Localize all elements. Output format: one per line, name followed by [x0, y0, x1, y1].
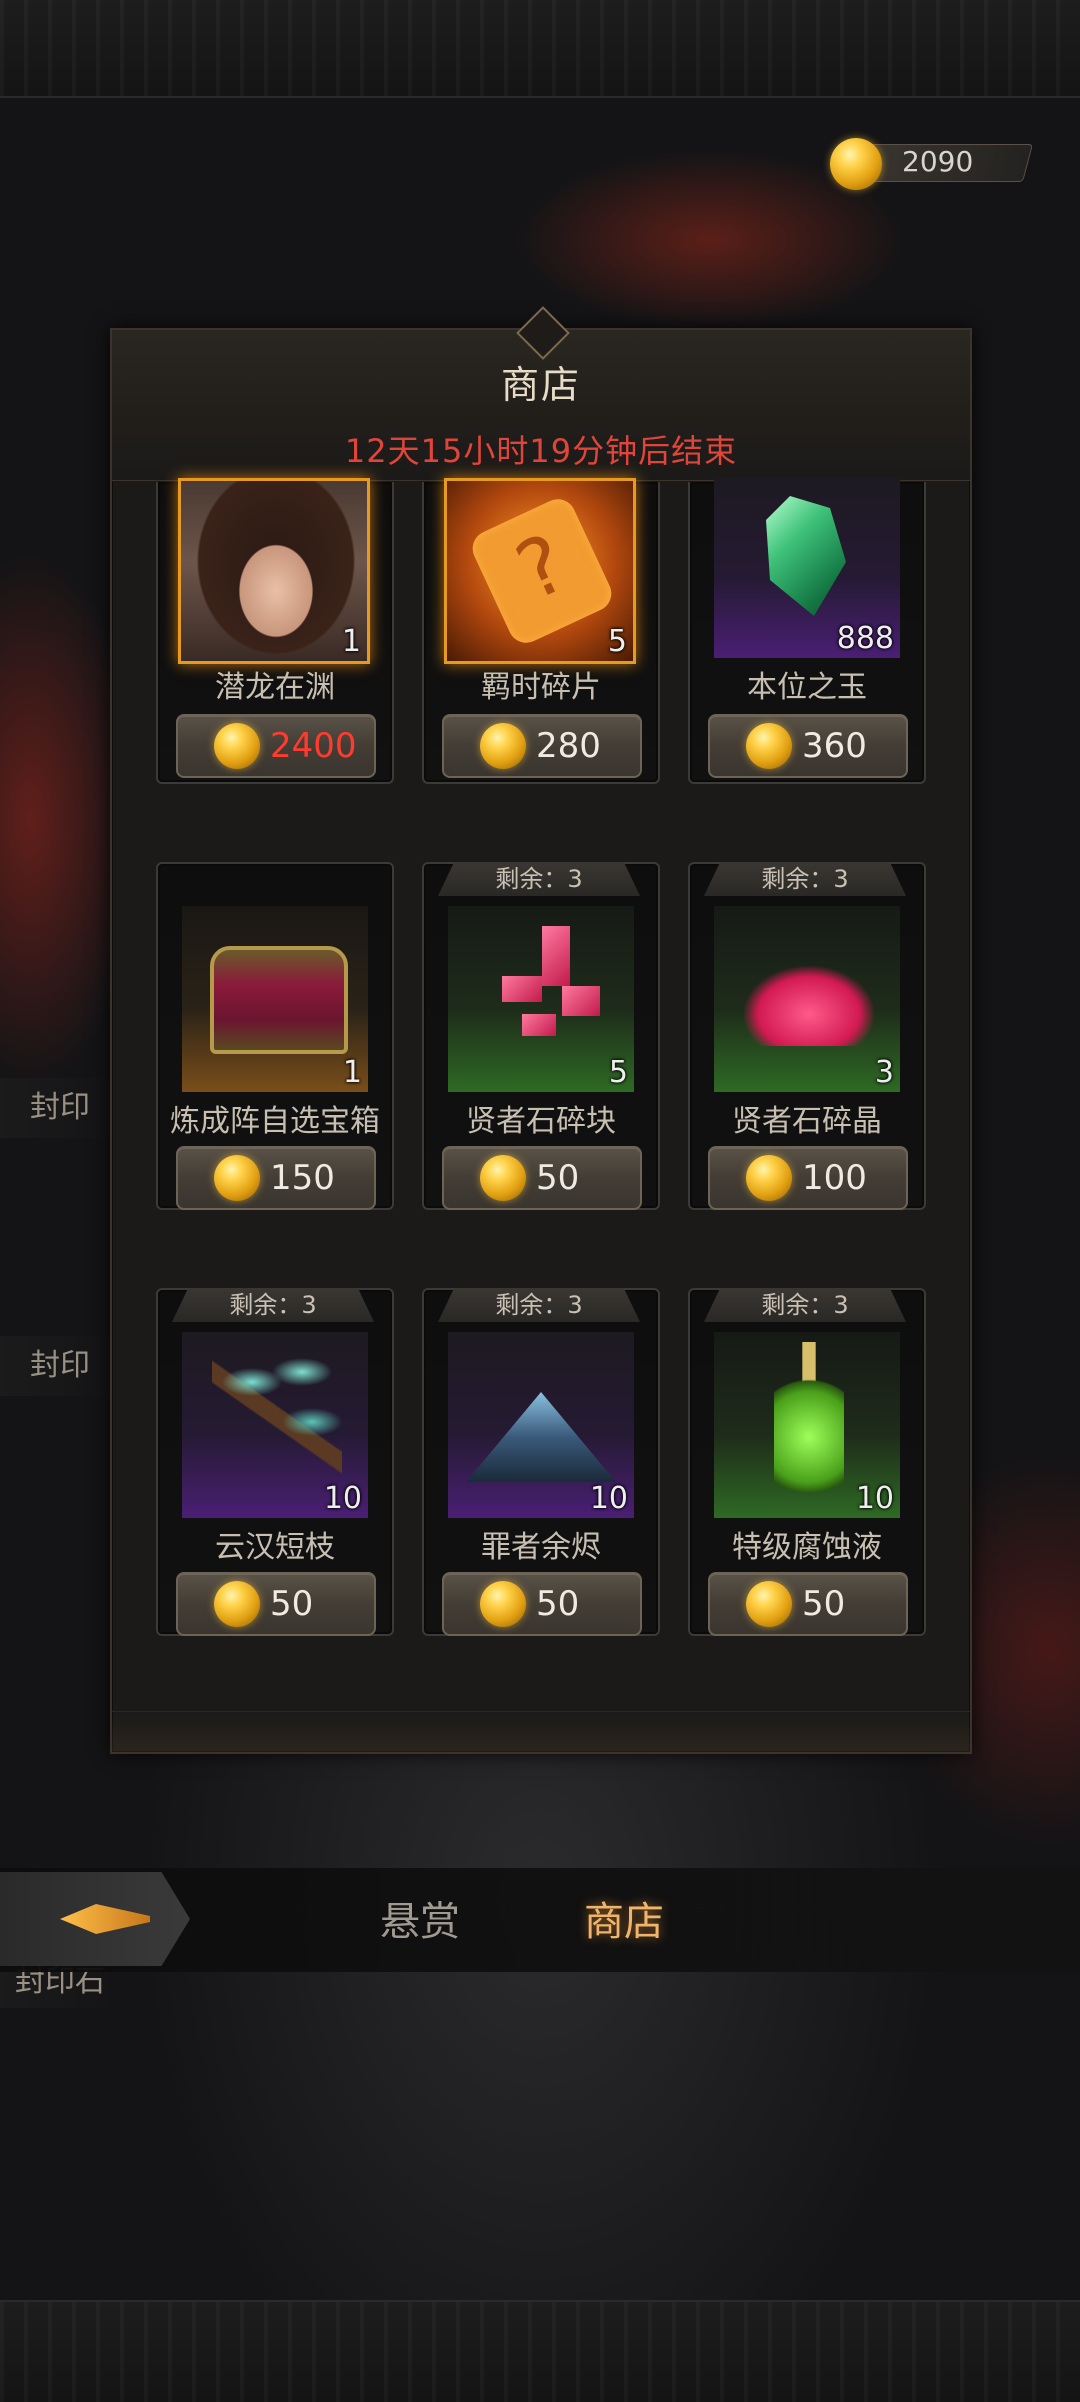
shop-item-card[interactable]: 888 本位之玉 360 [688, 478, 926, 784]
gold-coin-icon [480, 1581, 526, 1627]
item-quantity: 888 [836, 621, 894, 656]
tab-shop[interactable]: 商店 [584, 1894, 664, 1950]
ember-ash-icon: 10 [448, 1332, 634, 1518]
emerald-art [766, 496, 846, 616]
gold-coin-icon [480, 723, 526, 769]
gold-coin-icon [746, 1155, 792, 1201]
buy-button[interactable]: 50 [442, 1146, 642, 1210]
currency-display[interactable]: 2090 [830, 138, 1034, 190]
gold-coin-icon [746, 1581, 792, 1627]
treasure-chest-icon: 1 [182, 906, 368, 1092]
gold-coin-icon [830, 138, 882, 190]
item-price: 280 [536, 726, 601, 766]
side-label-seal-2: 封印 [0, 1336, 120, 1396]
item-quantity: 3 [874, 1055, 894, 1090]
item-name: 潜龙在渊 [215, 670, 335, 705]
buy-button[interactable]: 360 [708, 714, 908, 778]
item-quantity: 1 [342, 1055, 362, 1090]
item-price: 50 [536, 1584, 580, 1624]
bottom-bar [0, 2300, 1080, 2402]
ash-art [466, 1392, 616, 1482]
item-price: 50 [270, 1584, 314, 1624]
shop-countdown: 12天15小时19分钟后结束 [344, 432, 738, 470]
branch-icon: 10 [182, 1332, 368, 1518]
item-name: 云汉短枝 [215, 1530, 335, 1565]
item-name: 贤者石碎晶 [732, 1104, 882, 1139]
buy-button[interactable]: 50 [708, 1572, 908, 1636]
shop-item-card[interactable]: 1 炼成阵自选宝箱 150 [156, 862, 394, 1210]
remaining-stock-label: 剩余：3 [438, 862, 640, 896]
buy-button[interactable]: 100 [708, 1146, 908, 1210]
item-quantity: 10 [855, 1481, 894, 1516]
side-label-seal-1: 封印 [0, 1078, 120, 1138]
buy-button[interactable]: 2400 [176, 714, 376, 778]
item-price: 150 [270, 1158, 335, 1198]
item-quantity: 10 [323, 1481, 362, 1516]
item-name: 炼成阵自选宝箱 [170, 1104, 380, 1139]
remaining-stock-label: 剩余：3 [704, 862, 906, 896]
tab-bounty[interactable]: 悬赏 [380, 1894, 460, 1950]
shop-item-card[interactable]: 5 羁时碎片 280 [422, 478, 660, 784]
buy-button[interactable]: 280 [442, 714, 642, 778]
item-quantity: 5 [607, 624, 627, 659]
item-price: 50 [802, 1584, 846, 1624]
buy-button[interactable]: 50 [442, 1572, 642, 1636]
portrait-art [181, 481, 367, 661]
remaining-stock-label: 剩余：3 [438, 1288, 640, 1322]
back-arrow-icon [60, 1904, 150, 1934]
item-price: 2400 [270, 726, 357, 766]
panel-footer-ornament [112, 1711, 970, 1752]
top-bar [0, 0, 1080, 98]
shop-item-card[interactable]: 剩余：3 10 特级腐蚀液 50 [688, 1288, 926, 1636]
portrait-icon: 1 [178, 478, 370, 664]
remaining-stock-label: 剩余：3 [172, 1288, 374, 1322]
item-price: 50 [536, 1158, 580, 1198]
item-price: 100 [802, 1158, 867, 1198]
shop-header: 商店 12天15小时19分钟后结束 [112, 306, 970, 481]
puzzle-piece-icon: 5 [444, 478, 636, 664]
buy-button[interactable]: 50 [176, 1572, 376, 1636]
potion-icon: 10 [714, 1332, 900, 1518]
shop-title: 商店 [500, 363, 581, 407]
crystal-cluster-icon: 3 [714, 906, 900, 1092]
emerald-gem-icon: 888 [714, 478, 900, 658]
potion-art [774, 1342, 844, 1492]
puzzle-art [466, 493, 618, 649]
buy-button[interactable]: 150 [176, 1146, 376, 1210]
item-name: 特级腐蚀液 [732, 1530, 882, 1565]
chest-art [210, 946, 348, 1054]
currency-amount: 2090 [902, 145, 974, 178]
gold-coin-icon [746, 723, 792, 769]
shop-item-card[interactable]: 剩余：3 5 贤者石碎块 50 [422, 862, 660, 1210]
shop-item-card[interactable]: 剩余：3 10 罪者余烬 50 [422, 1288, 660, 1636]
item-quantity: 1 [341, 624, 361, 659]
shop-item-card[interactable]: 1 潜龙在渊 2400 [156, 478, 394, 784]
item-name: 本位之玉 [747, 670, 867, 705]
shop-item-card[interactable]: 剩余：3 10 云汉短枝 50 [156, 1288, 394, 1636]
item-quantity: 10 [589, 1481, 628, 1516]
shop-item-card[interactable]: 剩余：3 3 贤者石碎晶 100 [688, 862, 926, 1210]
item-price: 360 [802, 726, 867, 766]
shards-art [482, 926, 602, 1046]
gold-coin-icon [214, 1581, 260, 1627]
back-button[interactable] [0, 1872, 190, 1966]
crystal-art [744, 966, 874, 1046]
gold-coin-icon [214, 723, 260, 769]
item-name: 罪者余烬 [481, 1530, 601, 1565]
item-name: 贤者石碎块 [466, 1104, 616, 1139]
item-name: 羁时碎片 [481, 670, 601, 705]
crystal-shards-icon: 5 [448, 906, 634, 1092]
item-quantity: 5 [608, 1055, 628, 1090]
gold-coin-icon [480, 1155, 526, 1201]
branch-art [212, 1342, 342, 1492]
shop-panel: 商店 12天15小时19分钟后结束 1 潜龙在渊 2400 5 羁时碎片 280… [110, 306, 972, 1754]
remaining-stock-label: 剩余：3 [704, 1288, 906, 1322]
gold-coin-icon [214, 1155, 260, 1201]
